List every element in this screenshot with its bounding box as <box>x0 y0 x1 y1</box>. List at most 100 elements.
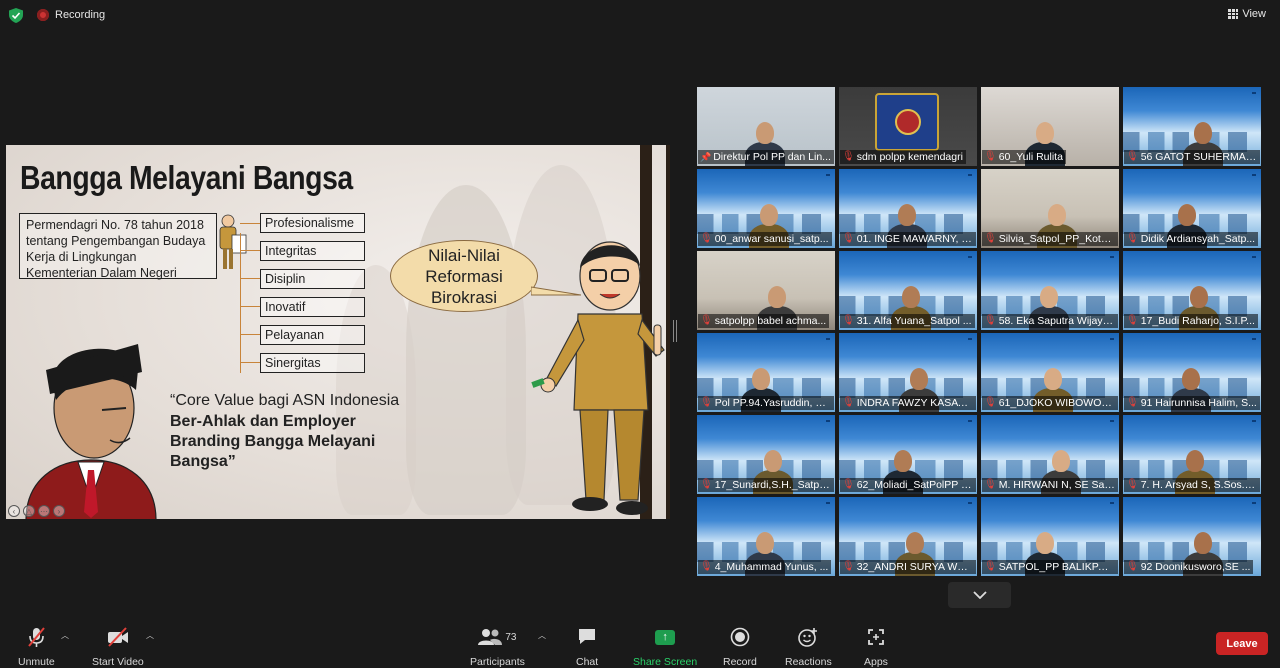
view-button[interactable]: View <box>1228 8 1266 20</box>
participant-video-tile[interactable]: 🎙 61_DJOKO WIBOWO_... <box>981 333 1119 412</box>
participant-video-tile[interactable]: 🎙 60_Yuli Rulita <box>981 87 1119 166</box>
participant-video-tile[interactable]: 🎙 58. Eka Saputra Wijaya... <box>981 251 1119 330</box>
more-participants-button[interactable] <box>948 582 1011 608</box>
apps-button[interactable]: Apps <box>864 626 888 668</box>
participant-video-tile[interactable]: 🎙 Pol PP.94.Yasruddin, S... <box>697 333 835 412</box>
virtual-background-badge <box>1110 256 1114 258</box>
participant-video-tile[interactable]: 🎙 Silvia_Satpol_PP_Kota_... <box>981 169 1119 248</box>
encryption-shield-icon[interactable] <box>9 8 23 23</box>
participant-video-tile[interactable]: 🎙 Didik Ardiansyah_Satp... <box>1123 169 1261 248</box>
participant-video-tile[interactable]: 🎙 92 Doonikusworo,SE ... <box>1123 497 1261 576</box>
microphone-muted-icon: 🎙 <box>700 233 713 244</box>
microphone-muted-icon: 🎙 <box>984 315 997 326</box>
participant-video-tile[interactable]: 🎙 satpolpp babel achma... <box>697 251 835 330</box>
participant-name: INDRA FAWZY KASATP... <box>856 397 973 409</box>
participant-video-tile[interactable]: 🎙 56 GATOT SUHERMAN... <box>1123 87 1261 166</box>
video-options-caret-icon[interactable]: ︿ <box>146 630 154 641</box>
participant-name: 00_anwar sanusi_satp... <box>714 233 829 245</box>
participant-name-tag: 🎙 4_Muhammad Yunus, ... <box>698 560 832 574</box>
microphone-muted-icon: 🎙 <box>1126 479 1139 490</box>
virtual-background-badge <box>1252 338 1256 340</box>
next-slide-icon[interactable]: › <box>53 505 65 517</box>
participant-name-tag: 🎙 17_Sunardi,S.H._Satpol... <box>698 478 834 492</box>
virtual-background-badge <box>826 502 830 504</box>
recording-indicator[interactable]: Recording <box>37 9 105 21</box>
more-options-icon[interactable]: ⋯ <box>38 505 50 517</box>
participant-name-tag: 🎙 60_Yuli Rulita <box>982 150 1066 164</box>
virtual-background-badge <box>1252 92 1256 94</box>
unmute-button[interactable]: Unmute <box>18 626 55 668</box>
participant-name-tag: 🎙 00_anwar sanusi_satp... <box>698 232 832 246</box>
participant-name: SATPOL_PP BALIKPAPA... <box>998 561 1115 573</box>
share-screen-button[interactable]: ↑ Share Screen <box>633 626 697 668</box>
slide-title: Bangga Melayani Bangsa <box>20 159 353 196</box>
participant-name-tag: 🎙 31. Alfa Yuana_Satpol ... <box>840 314 975 328</box>
participant-name-tag: 🎙 56 GATOT SUHERMAN... <box>1124 150 1260 164</box>
participant-name: 4_Muhammad Yunus, ... <box>714 561 829 573</box>
value-disiplin: Disiplin <box>260 269 365 289</box>
audio-options-caret-icon[interactable]: ︿ <box>61 630 69 641</box>
participants-caret-icon[interactable]: ︿ <box>538 630 546 641</box>
participant-video-tile[interactable]: 📌 Direktur Pol PP dan Lin... <box>697 87 835 166</box>
microphone-muted-icon: 🎙 <box>842 233 855 244</box>
microphone-muted-icon: 🎙 <box>984 397 997 408</box>
participant-video-tile[interactable]: 🎙 01. INGE MAWARNY, S... <box>839 169 977 248</box>
bracket-tick <box>240 306 260 307</box>
chat-button[interactable]: Chat <box>576 626 598 668</box>
record-label: Record <box>723 656 757 668</box>
leave-button[interactable]: Leave <box>1216 632 1268 655</box>
reactions-button[interactable]: Reactions <box>785 626 832 668</box>
virtual-background-badge <box>968 420 972 422</box>
unmute-label: Unmute <box>18 656 55 668</box>
virtual-background-badge <box>1110 502 1114 504</box>
recording-label: Recording <box>55 9 106 21</box>
participants-button[interactable]: 73 Participants <box>470 626 525 668</box>
pointer-icon[interactable]: △ <box>23 505 35 517</box>
participant-video-tile[interactable]: 🎙 SATPOL_PP BALIKPAPA... <box>981 497 1119 576</box>
participant-name-tag: 🎙 Pol PP.94.Yasruddin, S... <box>698 396 834 410</box>
participant-video-tile[interactable]: 🎙 sdm polpp kemendagri <box>839 87 977 166</box>
virtual-background-badge <box>826 420 830 422</box>
participant-name: Didik Ardiansyah_Satp... <box>1140 233 1256 245</box>
participant-video-tile[interactable]: 🎙 00_anwar sanusi_satp... <box>697 169 835 248</box>
participant-video-tile[interactable]: 🎙 17_Budi Raharjo, S.I.P... <box>1123 251 1261 330</box>
microphone-muted-icon: 🎙 <box>842 479 855 490</box>
bracket-tick <box>240 278 260 279</box>
bracket-tick <box>240 250 260 251</box>
prev-slide-icon[interactable]: ‹ <box>8 505 20 517</box>
participant-name: 17_Sunardi,S.H._Satpol... <box>714 479 831 491</box>
record-icon <box>730 626 750 648</box>
participant-name-tag: 🎙 61_DJOKO WIBOWO_... <box>982 396 1118 410</box>
participant-name: Silvia_Satpol_PP_Kota_... <box>998 233 1115 245</box>
value-inovatif: Inovatif <box>260 297 365 317</box>
reactions-smiley-icon <box>798 626 818 648</box>
participant-video-tile[interactable]: 🎙 62_Moliadi_SatPolPP K... <box>839 415 977 494</box>
participant-name: satpolpp babel achma... <box>714 315 827 327</box>
virtual-background-badge <box>968 256 972 258</box>
participant-video-tile[interactable]: 🎙 INDRA FAWZY KASATP... <box>839 333 977 412</box>
meeting-toolbar: Unmute ︿ Start Video ︿ 73 Participants ︿… <box>0 618 1280 668</box>
participant-video-tile[interactable]: 🎙 32_ANDRI SURYA W_S... <box>839 497 977 576</box>
bracket-tick <box>240 223 260 224</box>
participant-video-tile[interactable]: 🎙 7. H. Arsyad S, S.Sos., ... <box>1123 415 1261 494</box>
microphone-muted-icon: 🎙 <box>1126 233 1139 244</box>
participant-name: 7. H. Arsyad S, S.Sos., ... <box>1140 479 1257 491</box>
participant-video-tile[interactable]: 🎙 17_Sunardi,S.H._Satpol... <box>697 415 835 494</box>
participant-name-tag: 🎙 92 Doonikusworo,SE ... <box>1124 560 1254 574</box>
record-button[interactable]: Record <box>723 626 757 668</box>
microphone-muted-icon: 🎙 <box>1126 397 1139 408</box>
virtual-background-badge <box>968 338 972 340</box>
value-profesionalisme: Profesionalisme <box>260 213 365 233</box>
participant-video-tile[interactable]: 🎙 31. Alfa Yuana_Satpol ... <box>839 251 977 330</box>
shared-screen[interactable]: Bangga Melayani Bangsa Permendagri No. 7… <box>6 145 670 519</box>
participant-video-tile[interactable]: 🎙 91 Hairunnisa Halim, S... <box>1123 333 1261 412</box>
virtual-background-badge <box>1252 420 1256 422</box>
panel-resize-handle[interactable] <box>673 320 677 342</box>
zoom-meeting-window: Recording View Bangga Melayani Bangsa Pe… <box>0 0 1280 668</box>
participant-video-tile[interactable]: 🎙 4_Muhammad Yunus, ... <box>697 497 835 576</box>
quote-line-1: “Core Value bagi ASN Indonesia <box>170 392 400 409</box>
microphone-muted-icon: 🎙 <box>984 479 997 490</box>
start-video-button[interactable]: Start Video <box>92 626 144 668</box>
participant-video-tile[interactable]: 🎙 M. HIRWANI N, SE Sat... <box>981 415 1119 494</box>
participant-name: Pol PP.94.Yasruddin, S... <box>714 397 831 409</box>
